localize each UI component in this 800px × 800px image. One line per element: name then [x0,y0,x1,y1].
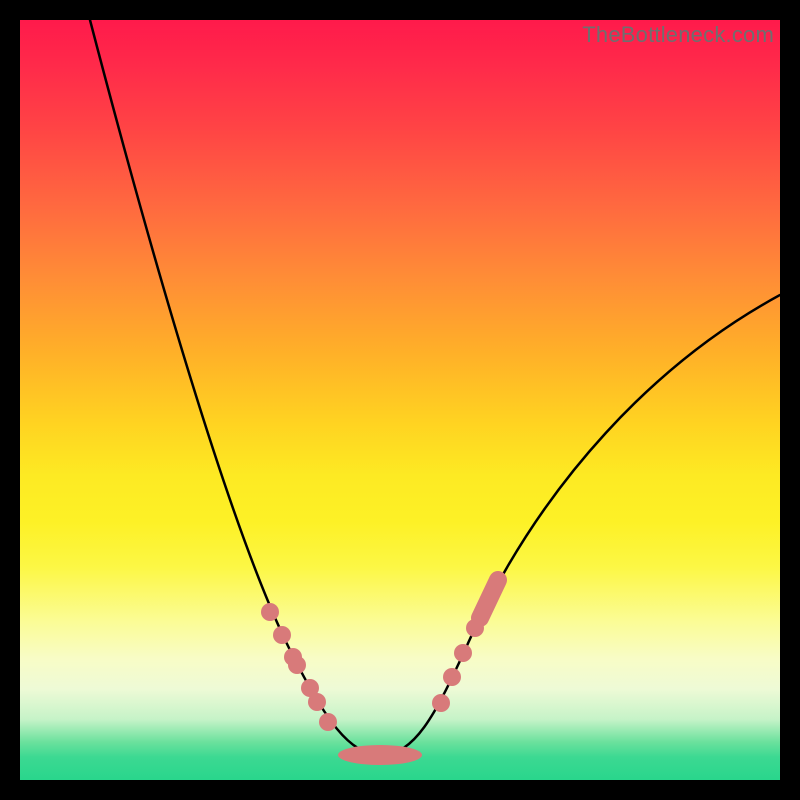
curve-markers [261,580,498,765]
chart-frame: TheBottleneck.com [20,20,780,780]
chart-svg [20,20,780,780]
curve-pill [480,580,498,618]
curve-dot [308,693,326,711]
curve-dot [319,713,337,731]
curve-dot [454,644,472,662]
curve-dot [443,668,461,686]
curve-dot [432,694,450,712]
curve-dot [261,603,279,621]
curve-dot [273,626,291,644]
curve-dot [288,656,306,674]
curve-pill [338,745,422,765]
bottleneck-curve [90,20,780,755]
